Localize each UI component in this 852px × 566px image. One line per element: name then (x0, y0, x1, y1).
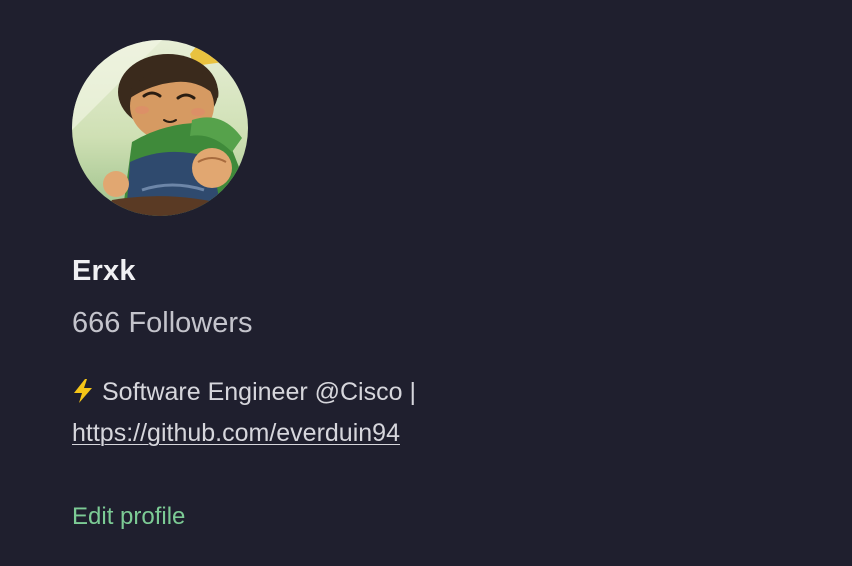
lightning-bolt-icon (74, 379, 92, 403)
bio-text: Software Engineer @Cisco | (102, 378, 416, 406)
profile-card: Erxk 666 Followers Software Engineer @Ci… (72, 40, 772, 532)
avatar-illustration (72, 40, 248, 216)
edit-profile-link[interactable]: Edit profile (72, 502, 185, 532)
profile-name: Erxk (72, 255, 136, 287)
followers-count[interactable]: 666 Followers (72, 305, 772, 341)
avatar[interactable] (72, 40, 248, 216)
profile-bio: Software Engineer @Cisco | https://githu… (72, 372, 512, 454)
followers-label: Followers (128, 307, 253, 339)
followers-number: 666 (72, 307, 121, 339)
bio-github-link[interactable]: https://github.com/everduin94 (72, 419, 400, 447)
